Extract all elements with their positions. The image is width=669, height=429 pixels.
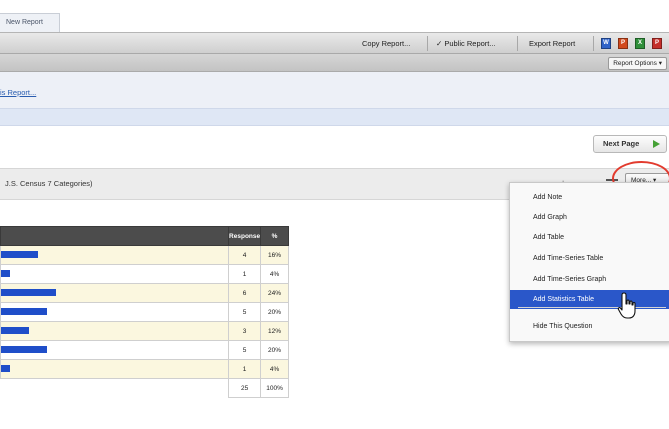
menu-item-add-table[interactable]: Add Table xyxy=(510,228,669,247)
response-count-cell: 5 xyxy=(228,340,262,360)
table-row: 6 24% xyxy=(0,283,289,303)
bar-cell xyxy=(0,321,230,341)
menu-item-add-time-series-graph[interactable]: Add Time-Series Graph xyxy=(510,270,669,289)
report-toolbar: Copy Report... ✓ Public Report... Export… xyxy=(0,32,669,54)
table-row: 5 20% xyxy=(0,302,289,322)
response-count-cell: 3 xyxy=(228,321,262,341)
bar-cell xyxy=(0,340,230,360)
tab-new-report[interactable]: New Report xyxy=(0,13,60,32)
question-title: J.S. Census 7 Categories) xyxy=(5,179,93,188)
next-page-button[interactable]: Next Page xyxy=(593,135,667,153)
response-count-cell: 6 xyxy=(228,283,262,303)
word-icon[interactable]: W xyxy=(601,38,611,49)
response-bar xyxy=(1,251,38,258)
menu-item-add-note[interactable]: Add Note xyxy=(510,188,669,207)
response-count-cell: 1 xyxy=(228,264,262,284)
arrow-right-icon xyxy=(653,140,660,148)
total-response-cell: 25 xyxy=(228,378,262,398)
bar-column-header xyxy=(0,226,230,246)
percent-cell: 16% xyxy=(260,245,289,265)
table-row: 1 4% xyxy=(0,359,289,379)
hand-pointer-icon xyxy=(617,292,636,319)
total-percent-cell: 100% xyxy=(260,378,289,398)
bar-cell xyxy=(0,264,230,284)
more-options-menu: Add Note Add Graph Add Table Add Time-Serie… xyxy=(509,182,669,342)
response-bar xyxy=(1,289,56,296)
info-bar xyxy=(0,108,669,126)
response-bar xyxy=(1,327,29,334)
bar-cell xyxy=(0,302,230,322)
response-bar xyxy=(1,346,47,353)
table-row: 3 12% xyxy=(0,321,289,341)
response-bar xyxy=(1,270,10,277)
report-options-dropdown[interactable]: Report Options ▾ xyxy=(608,57,667,70)
report-link-row: is Report... xyxy=(0,72,669,108)
table-header-row: Response % xyxy=(0,226,289,246)
bar-cell xyxy=(0,359,230,379)
response-count-cell: 1 xyxy=(228,359,262,379)
tab-strip: New Report xyxy=(0,0,669,32)
pdf-icon[interactable]: P xyxy=(618,38,628,49)
powerpoint-icon[interactable]: P xyxy=(652,38,662,49)
menu-item-add-time-series-table[interactable]: Add Time-Series Table xyxy=(510,249,669,268)
percent-cell: 4% xyxy=(260,359,289,379)
menu-item-add-graph[interactable]: Add Graph xyxy=(510,208,669,227)
response-count-cell: 5 xyxy=(228,302,262,322)
excel-icon[interactable]: X xyxy=(635,38,645,49)
response-bar xyxy=(1,365,10,372)
export-report-button[interactable]: Export Report xyxy=(529,33,575,54)
response-column-header: Response xyxy=(228,226,262,246)
table-row: 4 16% xyxy=(0,245,289,265)
response-bar xyxy=(1,308,47,315)
bar-cell xyxy=(0,283,230,303)
menu-divider xyxy=(518,307,666,308)
report-link[interactable]: is Report... xyxy=(0,88,36,97)
empty-cell xyxy=(0,378,229,398)
percent-cell: 12% xyxy=(260,321,289,341)
percent-column-header: % xyxy=(260,226,289,246)
table-row: 5 20% xyxy=(0,340,289,360)
total-row: 25 100% xyxy=(0,378,289,398)
response-count-cell: 4 xyxy=(228,245,262,265)
toolbar-divider xyxy=(427,36,428,51)
percent-cell: 24% xyxy=(260,283,289,303)
percent-cell: 20% xyxy=(260,302,289,322)
report-options-bar: Report Options ▾ xyxy=(0,54,669,72)
table-row: 1 4% xyxy=(0,264,289,284)
menu-item-hide-this-question[interactable]: Hide This Question xyxy=(510,317,669,336)
percent-cell: 20% xyxy=(260,340,289,360)
next-page-label: Next Page xyxy=(603,139,640,148)
public-report-button[interactable]: ✓ Public Report... xyxy=(436,33,496,54)
response-table: Response % 4 16% 1 4% 6 24% 5 20% 3 12% 5 20% 1 4% 25 1… xyxy=(0,226,289,398)
toolbar-divider xyxy=(593,36,594,51)
copy-report-button[interactable]: Copy Report... xyxy=(362,33,410,54)
toolbar-divider xyxy=(517,36,518,51)
percent-cell: 4% xyxy=(260,264,289,284)
bar-cell xyxy=(0,245,230,265)
